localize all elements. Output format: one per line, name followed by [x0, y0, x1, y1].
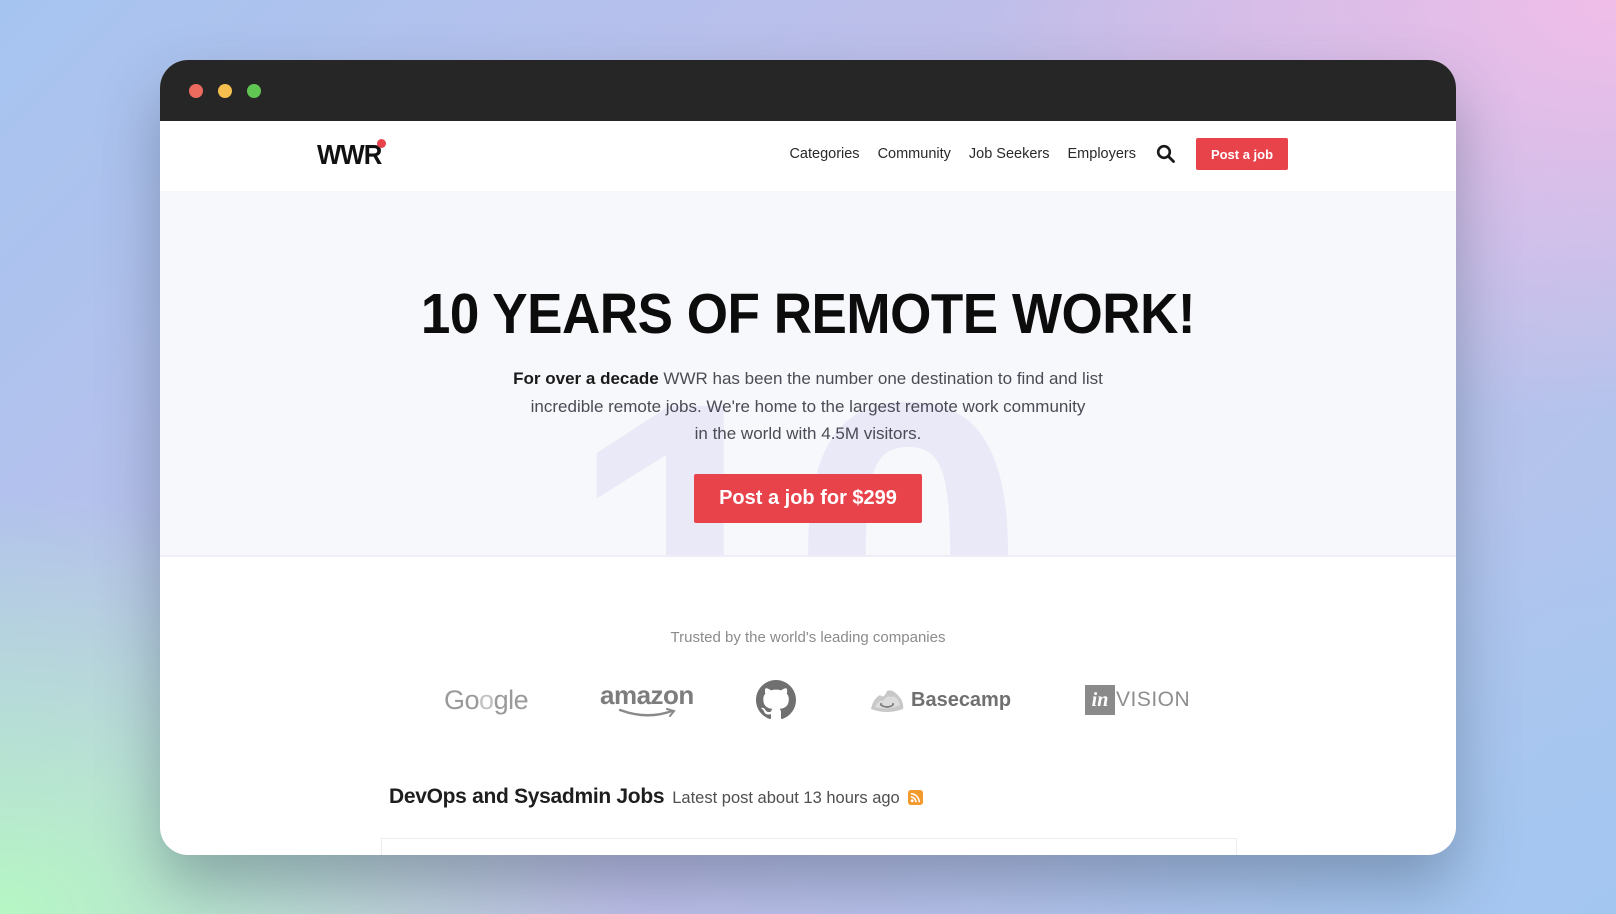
search-icon[interactable] — [1156, 144, 1176, 164]
jobs-header: DevOps and Sysadmin Jobs Latest post abo… — [389, 785, 923, 809]
basecamp-logo: Basecamp — [869, 670, 1011, 730]
invision-logo: in VISION — [1085, 670, 1190, 730]
invision-badge: in — [1085, 685, 1115, 715]
jobs-list — [381, 838, 1237, 855]
company-logos: Google amazon Basecamp in VISION — [160, 670, 1456, 730]
site-header: WWR Categories Community Job Seekers Emp… — [160, 121, 1456, 191]
nav-categories[interactable]: Categories — [789, 146, 859, 162]
hero-description-line3: in the world with 4.5M visitors. — [694, 424, 922, 443]
amazon-wordmark: amazon — [600, 680, 694, 710]
maximize-window-button[interactable] — [247, 84, 261, 98]
post-job-cta-button[interactable]: Post a job for $299 — [694, 473, 922, 523]
logo-red-dot-icon — [377, 139, 386, 148]
main-nav: Categories Community Job Seekers Employe… — [789, 138, 1288, 170]
hero-description-bold: For over a decade — [513, 369, 659, 388]
rss-icon[interactable] — [907, 789, 923, 805]
close-window-button[interactable] — [189, 84, 203, 98]
nav-employers[interactable]: Employers — [1068, 146, 1137, 162]
github-logo — [756, 670, 796, 730]
nav-job-seekers[interactable]: Job Seekers — [969, 146, 1050, 162]
jobs-category-title[interactable]: DevOps and Sysadmin Jobs — [389, 785, 665, 809]
amazon-smile-icon — [618, 708, 676, 717]
basecamp-wordmark: Basecamp — [911, 688, 1012, 711]
nav-community[interactable]: Community — [878, 146, 951, 162]
hero-title: 10 YEARS OF REMOTE WORK! — [420, 282, 1196, 346]
trusted-companies-section: Trusted by the world's leading companies… — [160, 557, 1456, 730]
invision-wordmark: VISION — [1116, 688, 1191, 711]
window-titlebar — [160, 60, 1456, 121]
google-logo: Google — [444, 670, 529, 730]
wwr-logo[interactable]: WWR — [317, 139, 382, 171]
hero-description: For over a decade WWR has been the numbe… — [488, 365, 1128, 448]
hero-section: 10 10 YEARS OF REMOTE WORK! For over a d… — [160, 191, 1456, 557]
basecamp-mountain-icon — [871, 690, 904, 712]
hero-description-line1: WWR has been the number one destination … — [658, 369, 1103, 388]
amazon-logo: amazon — [600, 670, 694, 730]
browser-window: WWR Categories Community Job Seekers Emp… — [160, 60, 1456, 855]
jobs-latest-post: Latest post about 13 hours ago — [672, 789, 900, 807]
hero-description-line2: incredible remote jobs. We're home to th… — [530, 396, 1086, 416]
post-a-job-button[interactable]: Post a job — [1196, 138, 1288, 170]
trusted-label: Trusted by the world's leading companies — [670, 629, 946, 646]
github-octocat-icon — [756, 680, 796, 720]
google-wordmark: Google — [444, 684, 529, 715]
minimize-window-button[interactable] — [218, 84, 232, 98]
